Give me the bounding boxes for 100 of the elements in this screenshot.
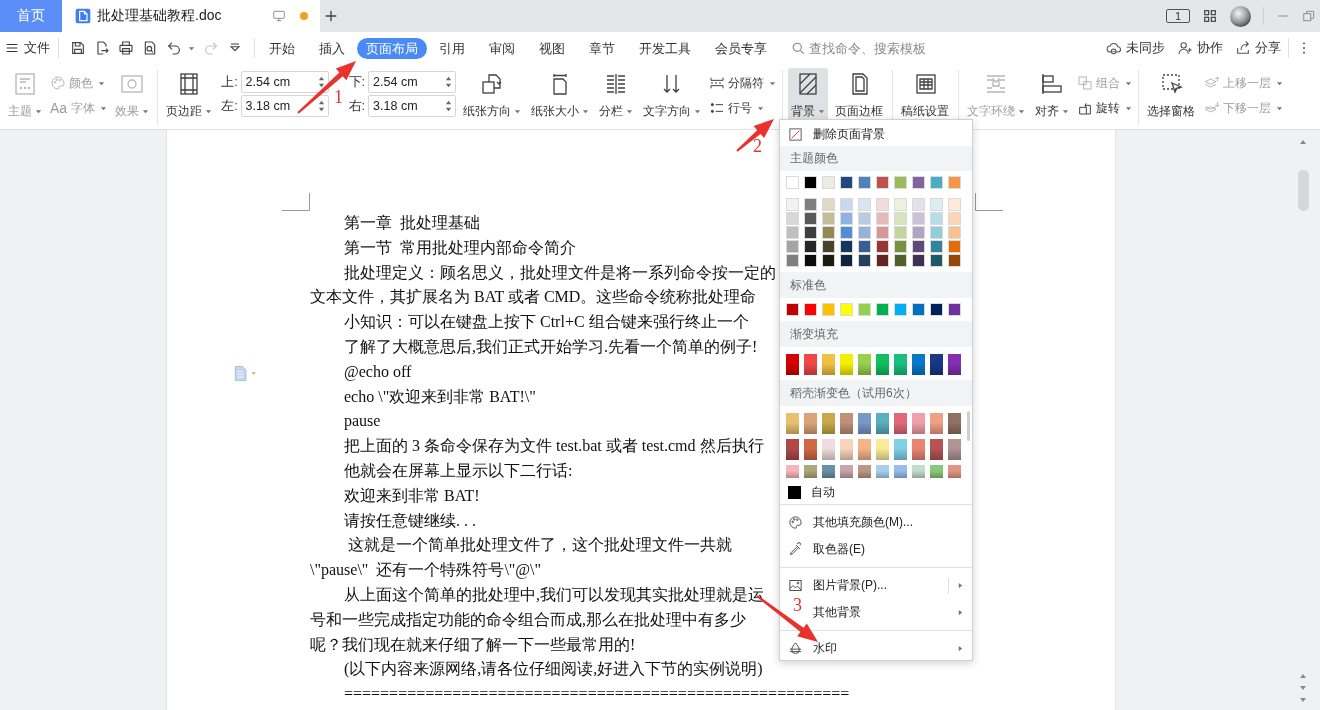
spinner-icon[interactable] [445, 75, 453, 89]
color-swatch-icon[interactable] [858, 226, 871, 239]
color-swatch-icon[interactable] [786, 240, 799, 253]
margin-input[interactable]: 2.54 cm [368, 71, 457, 93]
gradient-swatch-icon[interactable] [876, 465, 889, 478]
gradient-swatch-icon[interactable] [804, 465, 817, 478]
page-dropdown-icon[interactable] [232, 365, 257, 382]
scroll-up-icon[interactable] [1299, 672, 1307, 680]
color-swatch-icon[interactable] [948, 176, 961, 189]
scrollbar-thumb[interactable] [967, 411, 970, 441]
color-swatch-icon[interactable] [876, 240, 889, 253]
color-swatch-icon[interactable] [858, 212, 871, 225]
color-swatch-icon[interactable] [930, 254, 943, 267]
color-swatch-icon[interactable] [858, 303, 871, 316]
ribbon-tab[interactable]: 插入 [307, 40, 357, 56]
gradient-swatch-icon[interactable] [858, 413, 871, 434]
restore-icon[interactable] [1302, 9, 1316, 23]
search-field[interactable]: 查找命令、搜索模板 [806, 40, 939, 56]
color-swatch-icon[interactable] [912, 240, 925, 253]
margin-input[interactable]: 2.54 cm [240, 71, 329, 93]
gradient-swatch-icon[interactable] [894, 465, 907, 478]
color-swatch-icon[interactable] [786, 226, 799, 239]
menu-item[interactable]: 水印 [780, 635, 972, 662]
color-swatch-icon[interactable] [840, 198, 853, 211]
toolbar-action-button[interactable]: 未同步 [1106, 39, 1165, 57]
gradient-swatch-icon[interactable] [822, 354, 835, 375]
rotate-button[interactable]: 旋转 [1076, 97, 1134, 119]
grid-paper-button[interactable]: 稿纸设置 [898, 68, 954, 124]
save-icon[interactable] [70, 40, 86, 56]
gradient-swatch-icon[interactable] [840, 413, 853, 434]
gradient-swatch-icon[interactable] [858, 439, 871, 460]
color-swatch-icon[interactable] [912, 212, 925, 225]
color-swatch-icon[interactable] [858, 198, 871, 211]
menu-item[interactable]: 自动 [780, 484, 972, 500]
color-swatch-icon[interactable] [894, 176, 907, 189]
color-swatch-icon[interactable] [804, 226, 817, 239]
ribbon-tab[interactable]: 章节 [577, 40, 627, 56]
color-swatch-icon[interactable] [912, 254, 925, 267]
ribbon-tab[interactable]: 视图 [527, 40, 577, 56]
color-swatch-icon[interactable] [948, 226, 961, 239]
orientation-button[interactable]: 纸张方向 [460, 68, 525, 124]
color-swatch-icon[interactable] [822, 198, 835, 211]
gradient-swatch-icon[interactable] [840, 354, 853, 375]
gradient-swatch-icon[interactable] [948, 439, 961, 460]
spinner-icon[interactable] [317, 99, 325, 113]
color-swatch-icon[interactable] [912, 176, 925, 189]
color-swatch-icon[interactable] [840, 212, 853, 225]
color-swatch-icon[interactable] [912, 198, 925, 211]
monitor-icon[interactable] [272, 9, 286, 23]
ribbon-tab[interactable]: 开始 [257, 40, 307, 56]
export-icon[interactable] [94, 40, 110, 56]
gradient-swatch-icon[interactable] [894, 439, 907, 460]
color-swatch-icon[interactable] [822, 212, 835, 225]
ribbon-tab[interactable]: 引用 [427, 40, 477, 56]
color-swatch-icon[interactable] [840, 254, 853, 267]
gradient-swatch-icon[interactable] [822, 439, 835, 460]
align-button[interactable]: 对齐 [1032, 68, 1073, 124]
window-count-button[interactable]: 1 [1166, 9, 1190, 23]
gradient-swatch-icon[interactable] [822, 465, 835, 478]
color-swatch-icon[interactable] [840, 176, 853, 189]
color-swatch-icon[interactable] [786, 303, 799, 316]
toolbar-action-button[interactable]: 协作 [1177, 39, 1223, 57]
color-swatch-icon[interactable] [786, 254, 799, 267]
color-swatch-icon[interactable] [948, 254, 961, 267]
menu-item[interactable]: 其他填充颜色(M)... [780, 509, 972, 536]
color-swatch-icon[interactable] [804, 303, 817, 316]
gradient-swatch-icon[interactable] [912, 439, 925, 460]
color-swatch-icon[interactable] [786, 176, 799, 189]
toolbar-action-button[interactable]: 分享 [1235, 39, 1281, 57]
gradient-swatch-icon[interactable] [876, 413, 889, 434]
gradient-swatch-icon[interactable] [804, 439, 817, 460]
color-swatch-icon[interactable] [804, 254, 817, 267]
color-swatch-icon[interactable] [948, 303, 961, 316]
color-swatch-icon[interactable] [786, 198, 799, 211]
menu-item[interactable]: 其他背景 [811, 599, 972, 626]
avatar-icon[interactable] [1230, 5, 1251, 27]
undo-icon[interactable] [166, 40, 182, 56]
line-numbers-button[interactable]: 行号 [708, 97, 766, 119]
ribbon-tab[interactable]: 审阅 [477, 40, 527, 56]
color-swatch-icon[interactable] [876, 198, 889, 211]
page-break-button[interactable]: 分隔符 [708, 72, 778, 94]
gradient-swatch-icon[interactable] [948, 413, 961, 434]
color-swatch-icon[interactable] [876, 254, 889, 267]
color-swatch-icon[interactable] [948, 212, 961, 225]
gradient-swatch-icon[interactable] [804, 354, 817, 375]
spinner-icon[interactable] [445, 99, 453, 113]
caret-icon[interactable] [188, 44, 195, 52]
color-swatch-icon[interactable] [858, 176, 871, 189]
gradient-swatch-icon[interactable] [948, 354, 961, 375]
color-swatch-icon[interactable] [804, 212, 817, 225]
ribbon-tab[interactable]: 开发工具 [627, 40, 703, 56]
color-swatch-icon[interactable] [876, 176, 889, 189]
color-swatch-icon[interactable] [804, 240, 817, 253]
color-swatch-icon[interactable] [822, 303, 835, 316]
gradient-swatch-icon[interactable] [930, 413, 943, 434]
margin-input[interactable]: 3.18 cm [240, 95, 329, 117]
color-swatch-icon[interactable] [804, 198, 817, 211]
color-swatch-icon[interactable] [876, 212, 889, 225]
document-tab[interactable]: 批处理基础教程.doc [62, 0, 320, 32]
scroll-up-icon[interactable] [1299, 138, 1307, 146]
